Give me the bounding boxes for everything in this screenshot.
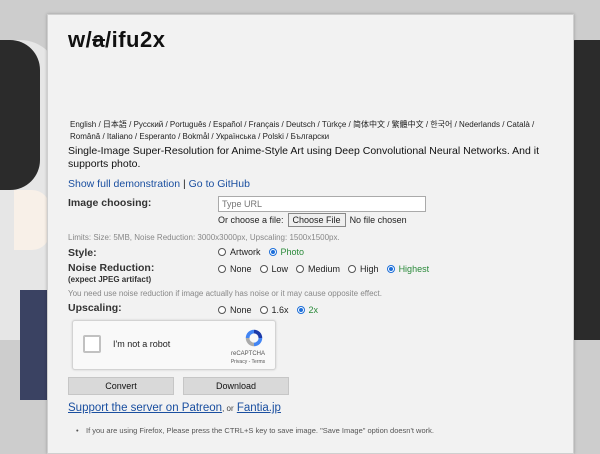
noise-reduction-sublabel: (expect JPEG artifact) [68, 275, 152, 284]
radio-icon[interactable] [268, 248, 277, 256]
radio-icon[interactable] [218, 265, 226, 273]
recaptcha-brand: reCAPTCHA [230, 351, 265, 357]
noise-option-high[interactable]: High [348, 264, 379, 274]
choose-file-button[interactable]: Choose File [287, 213, 346, 227]
style-options: Artwork Photo [218, 247, 312, 257]
radio-icon[interactable] [259, 306, 268, 314]
firefox-note: If you are using Firefox, Please press t… [76, 426, 434, 435]
main-panel: w/a/ifu2x English / 日本語 / Русский / Port… [47, 14, 574, 454]
style-label: Style: [68, 247, 97, 259]
character-hair [0, 40, 40, 190]
site-description: Single-Image Super-Resolution for Anime-… [68, 145, 539, 170]
upscaling-option-2x[interactable]: 2x [296, 305, 318, 315]
limits-text: Limits: Size: 5MB, Noise Reduction: 3000… [68, 233, 340, 242]
upscaling-option-1-6x[interactable]: 1.6x [259, 305, 289, 315]
radio-icon[interactable] [348, 265, 357, 273]
radio-icon[interactable] [386, 265, 395, 273]
link-separator: | [182, 178, 186, 190]
noise-option-none[interactable]: None [218, 264, 252, 274]
radio-icon[interactable] [218, 248, 226, 256]
url-input[interactable] [218, 196, 426, 212]
noise-reduction-label: Noise Reduction: [68, 262, 155, 274]
recaptcha-checkbox[interactable] [83, 335, 101, 353]
site-logo[interactable]: w/a/ifu2x [68, 27, 165, 53]
logo-part2: /ifu2x [104, 27, 166, 52]
fantia-link[interactable]: Fantia.jp [237, 402, 281, 414]
recaptcha-widget: I'm not a robot reCAPTCHA Privacy - Term… [72, 320, 276, 370]
language-list[interactable]: English / 日本語 / Русский / Português / Es… [70, 119, 550, 143]
noise-option-low[interactable]: Low [259, 264, 288, 274]
radio-icon[interactable] [259, 265, 268, 273]
radio-icon[interactable] [218, 306, 226, 314]
download-button[interactable]: Download [183, 377, 289, 395]
patreon-link[interactable]: Support the server on Patreon [68, 402, 222, 414]
file-status: No file chosen [349, 215, 407, 225]
logo-part1: w/ [68, 27, 93, 52]
noise-option-medium[interactable]: Medium [296, 264, 340, 274]
style-option-artwork[interactable]: Artwork [218, 247, 261, 257]
recaptcha-terms[interactable]: Privacy - Terms [227, 359, 269, 365]
character-face [14, 190, 50, 250]
show-demo-link[interactable]: Show full demonstration [68, 178, 180, 190]
style-option-photo[interactable]: Photo [268, 247, 304, 257]
noise-options: None Low Medium High Highest [218, 264, 437, 274]
noise-option-highest[interactable]: Highest [386, 264, 429, 274]
upscaling-option-none[interactable]: None [218, 305, 252, 315]
upscaling-options: None 1.6x 2x [218, 305, 326, 315]
github-link[interactable]: Go to GitHub [189, 178, 250, 190]
top-links: Show full demonstration | Go to GitHub [68, 178, 250, 190]
recaptcha-label: I'm not a robot [113, 339, 171, 349]
recaptcha-logo-icon [245, 329, 263, 347]
upscaling-label: Upscaling: [68, 302, 122, 314]
radio-icon[interactable] [296, 306, 305, 314]
support-links: Support the server on Patreon, or Fantia… [68, 402, 281, 414]
radio-icon[interactable] [296, 265, 305, 273]
file-prefix: Or choose a file: [218, 215, 284, 225]
support-or: , or [222, 404, 234, 413]
logo-strike: a [92, 27, 105, 52]
file-chooser-row: Or choose a file: Choose File No file ch… [218, 213, 407, 227]
image-choosing-label: Image choosing: [68, 197, 152, 209]
character-body [20, 290, 48, 400]
noise-hint: You need use noise reduction if image ac… [68, 289, 382, 298]
convert-button[interactable]: Convert [68, 377, 174, 395]
